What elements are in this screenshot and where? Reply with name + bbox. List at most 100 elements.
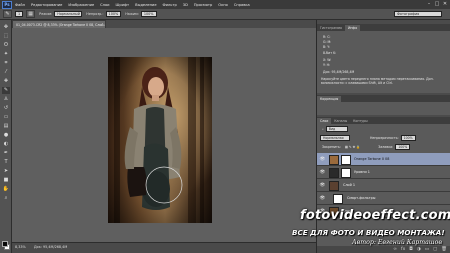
marquee-tool-icon[interactable]: ⬚ [2,33,10,40]
lock-icons[interactable]: ▦ ✎ ✥ 🔒 [345,145,360,149]
new-layer-icon[interactable]: ▢ [433,247,437,252]
brush-size-field[interactable]: 1 [15,11,24,17]
menu-select[interactable]: Выделение [135,3,156,7]
layer-opacity-label: Непрозрачность: [370,136,399,140]
delete-layer-icon[interactable]: 🗑 [441,247,447,252]
blur-tool-icon[interactable]: ● [2,132,10,139]
info-panel: R: C: G: M: B: Y: 8-бит K: X: W: Y: H: Д… [317,31,450,93]
mode-label: Режим: [39,12,53,16]
layer-opacity-field[interactable]: 100% [400,135,416,141]
dodge-tool-icon[interactable]: ◐ [2,141,10,148]
layer-name: Смарт-фильтры [347,196,376,200]
maximize-button[interactable]: □ [434,1,440,7]
layers-panel-tabs: Слои Каналы Контуры [317,117,450,124]
brush-panel-icon[interactable]: ▦ [26,10,36,18]
minimize-button[interactable]: – [426,1,432,7]
brush-tool-icon[interactable]: ✎ [2,87,10,94]
pen-tool-icon[interactable]: ✒ [2,150,10,157]
watermark-author: Автор: Евгений Карташов [352,239,442,246]
type-tool-icon[interactable]: T [2,159,10,166]
new-group-icon[interactable]: ▭ [425,247,429,252]
opacity-label: Непрозр.: [86,12,104,16]
portrait-image [108,57,212,223]
smart-filter-mask-thumbnail [333,193,343,204]
layer-filter-row: ⌕ Вид [317,125,450,133]
info-panel-tabs: Гистограмма Инфо [317,24,450,31]
visibility-eye-icon[interactable]: 👁 [319,182,326,189]
layer-row[interactable]: 👁 Смарт-фильтры [317,192,450,205]
visibility-eye-icon[interactable]: 👁 [319,156,326,163]
watermark-site: fotovideoeffect.com [300,208,450,223]
path-select-tool-icon[interactable]: ➤ [2,168,10,175]
layer-name: Orange Tarkone 0 08 [354,157,390,161]
document-photo[interactable] [108,57,212,223]
layers-panel-footer: ∞ fx ◘ ◑ ▭ ▢ 🗑 [317,246,450,253]
layer-row[interactable]: 👁 Orange Tarkone 0 08 [317,153,450,166]
menu-3d[interactable]: 3D [183,3,188,7]
layer-style-icon[interactable]: fx [401,247,405,252]
gradient-tool-icon[interactable]: ▤ [2,123,10,130]
menu-type[interactable]: Шрифт [116,3,130,7]
pressure-label: Нажим: [125,12,139,16]
link-layers-icon[interactable]: ∞ [393,247,397,252]
history-brush-tool-icon[interactable]: ↺ [2,105,10,112]
window-controls: – □ ✕ [426,1,448,7]
layer-mask-thumbnail[interactable] [341,167,351,178]
visibility-eye-icon[interactable]: 👁 [319,195,326,202]
foreground-color-swatch[interactable] [2,241,8,247]
lasso-tool-icon[interactable]: ʘ [2,42,10,49]
eyedropper-tool-icon[interactable]: ⁄ [2,69,10,76]
visibility-eye-icon[interactable]: 👁 [319,169,326,176]
info-y: Y: H: [323,63,331,67]
layer-row[interactable]: 👁 Слой 1 [317,179,450,192]
options-bar: ✎ 1 ▦ Режим: Нормальный Непрозр.: 100% Н… [0,9,450,20]
move-tool-icon[interactable]: ✥ [2,24,10,31]
shape-tool-icon[interactable]: ■ [2,177,10,184]
info-tool-hint: Нарисуйте цвета переднего плана методом … [321,77,434,86]
info-rgb-r: R: C: [323,35,331,39]
status-bar: 8,33% Док: 95,4M/268,4M [12,242,316,253]
blend-mode-select[interactable]: Нормальная [320,135,350,141]
workspace-preset-select[interactable]: Фотография [394,11,442,17]
layer-name: Слой 1 [343,183,356,187]
mode-select[interactable]: Нормальный [54,11,83,17]
layer-row[interactable]: 👁 Уровни 1 [317,166,450,179]
photoshop-logo: Ps [2,0,12,9]
menu-edit[interactable]: Редактирование [31,3,62,7]
menu-window[interactable]: Окно [218,3,228,7]
eraser-tool-icon[interactable]: ▭ [2,114,10,121]
info-x: X: W: [323,58,332,62]
layer-mask-thumbnail[interactable] [341,154,351,165]
clone-tool-icon[interactable]: ♙ [2,96,10,103]
zoom-tool-icon[interactable]: ⌕ [2,195,10,202]
menu-bar: Ps Файл Редактирование Изображение Слои … [0,0,450,9]
add-mask-icon[interactable]: ◘ [409,247,413,252]
fill-label: Заливка: [378,145,394,149]
document-tab[interactable]: 01_04.0073.CR2 @ 8,33% (Orange Tarkone 0… [12,20,106,28]
adjustment-layer-icon[interactable]: ◑ [417,247,421,252]
pressure-field[interactable]: 100% [140,11,157,17]
menu-view[interactable]: Просмотр [194,3,212,7]
layer-thumbnail [329,180,339,191]
info-bit-depth: 8-бит K: [323,51,337,55]
adjustments-panel [317,102,450,115]
adjustments-panel-tabs: Коррекция [317,95,450,102]
brush-tool-preset-icon[interactable]: ✎ [3,10,12,18]
zoom-level[interactable]: 8,33% [15,245,26,249]
info-doc-size: Док: 95,4M/268,4M [323,70,355,74]
menu-help[interactable]: Справка [234,3,250,7]
healing-tool-icon[interactable]: ✚ [2,78,10,85]
opacity-field[interactable]: 100% [105,11,122,17]
quick-select-tool-icon[interactable]: ✦ [2,51,10,58]
close-button[interactable]: ✕ [442,1,448,7]
menu-file[interactable]: Файл [15,3,25,7]
filter-search-icon: ⌕ [322,127,324,131]
menu-image[interactable]: Изображение [68,3,94,7]
layer-kind-filter[interactable]: Вид [325,126,348,132]
hand-tool-icon[interactable]: ✋ [2,186,10,193]
menu-layer[interactable]: Слои [100,3,109,7]
crop-tool-icon[interactable]: ⌗ [2,60,10,67]
layer-blend-row: Нормальная Непрозрачность: 100% [317,134,450,142]
fill-field[interactable]: 100% [395,144,411,150]
menu-filter[interactable]: Фильтр [163,3,177,7]
